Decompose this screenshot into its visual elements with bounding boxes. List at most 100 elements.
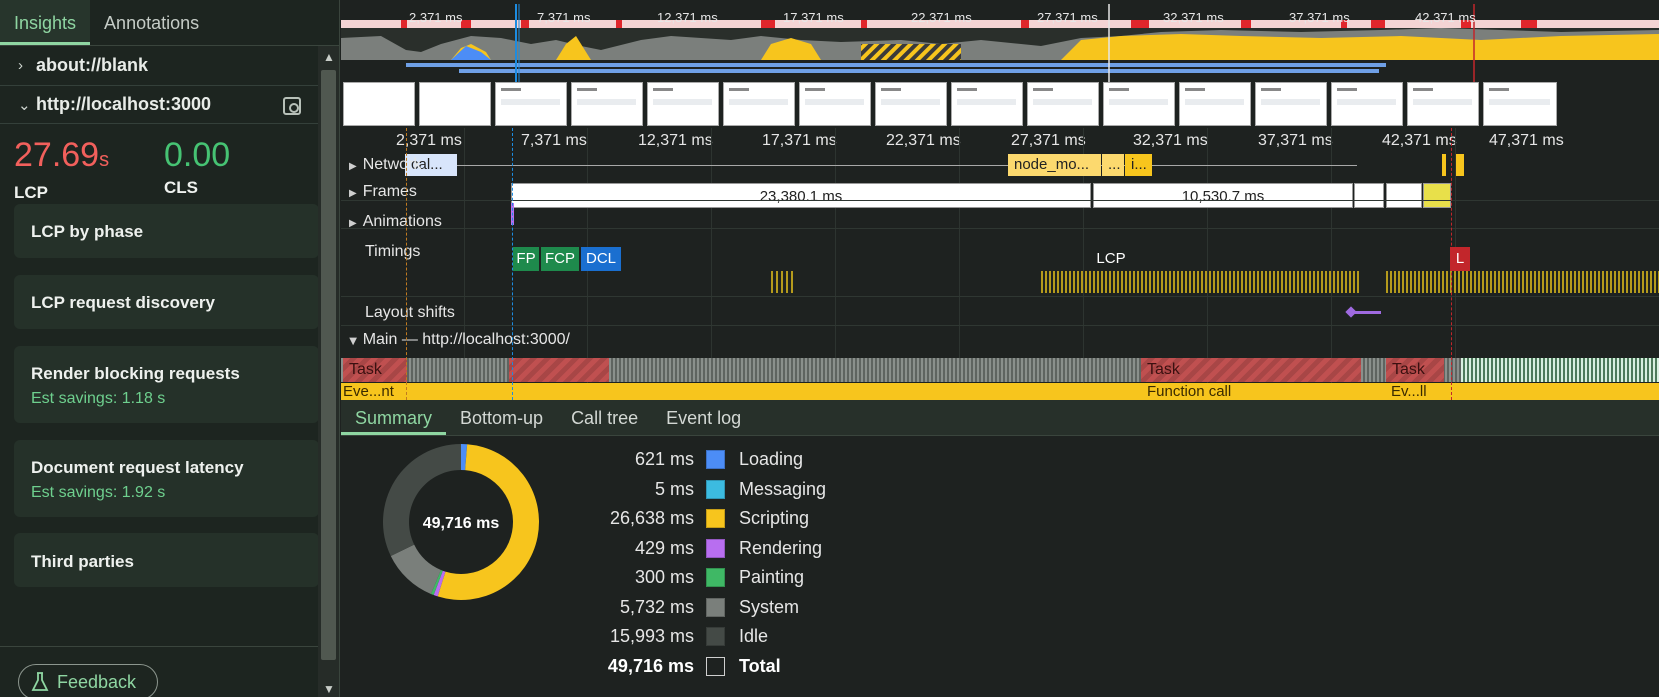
performance-timeline[interactable]: 2,371 ms 7,371 ms 12,371 ms 17,371 ms 22…	[341, 0, 1659, 400]
ruler-tick: 42,371 ms	[1382, 132, 1457, 149]
screenshot-thumbnail[interactable]	[951, 82, 1023, 126]
nav-about-blank[interactable]: › about://blank	[0, 46, 339, 86]
tab-insights[interactable]: Insights	[0, 0, 91, 45]
network-request[interactable]: i...	[1125, 154, 1152, 176]
network-request[interactable]: node_mo...	[1008, 154, 1101, 176]
screenshot-thumbnail[interactable]	[1179, 82, 1251, 126]
tab-annotations[interactable]: Annotations	[90, 0, 213, 45]
insight-lcp-by-phase[interactable]: LCP by phase	[14, 204, 319, 258]
overview-tick: 27,371 ms	[1037, 10, 1098, 25]
screenshot-thumbnail[interactable]	[1103, 82, 1175, 126]
ruler-tick: 22,371 ms	[886, 132, 961, 149]
task-block[interactable]	[509, 358, 609, 382]
chevron-right-icon: ›	[18, 57, 23, 74]
timing-fcp[interactable]: FCP	[541, 247, 579, 271]
loading-swatch	[706, 449, 725, 469]
scroll-down-icon[interactable]: ▼	[323, 682, 335, 696]
insight-savings: Est savings: 1.92 s	[31, 484, 166, 501]
tab-event-log[interactable]: Event log	[652, 400, 755, 435]
function-call[interactable]: Function call	[1147, 383, 1231, 400]
ruler-tick: 7,371 ms	[521, 132, 587, 149]
overview-tick: 7,371 ms	[537, 10, 591, 25]
nav-localhost[interactable]: ⌄ http://localhost:3000	[0, 86, 339, 124]
network-request[interactable]: ...	[1102, 154, 1124, 176]
frame-block[interactable]	[1354, 183, 1384, 208]
scroll-up-icon[interactable]: ▲	[323, 50, 335, 64]
screenshot-thumbnail[interactable]	[1255, 82, 1327, 126]
frame-block[interactable]: 23,380.1 ms	[511, 183, 1091, 208]
feedback-button[interactable]: Feedback	[18, 664, 158, 697]
insight-title: LCP by phase	[31, 222, 144, 241]
screenshot-thumbnail[interactable]	[571, 82, 643, 126]
screenshot-thumbnail[interactable]	[495, 82, 567, 126]
lcp-label: LCP	[14, 183, 48, 202]
overview-tick: 12,371 ms	[657, 10, 718, 25]
expand-triangle-icon[interactable]: ▶	[349, 161, 357, 172]
scrollbar-thumb[interactable]	[321, 70, 336, 660]
cls-label: CLS	[164, 178, 198, 197]
insight-lcp-request-discovery[interactable]: LCP request discovery	[14, 275, 319, 329]
screenshot-thumbnail[interactable]	[1331, 82, 1403, 126]
insight-savings: Est savings: 1.18 s	[31, 390, 166, 407]
total-swatch	[706, 656, 725, 676]
overview-tick: 17,371 ms	[783, 10, 844, 25]
timing-load[interactable]: L	[1450, 247, 1470, 271]
track-network[interactable]: ▶ Network	[349, 156, 421, 174]
messaging-swatch	[706, 479, 725, 499]
core-web-vitals: 27.69s LCP 0.00 CLS	[0, 124, 339, 210]
insights-sidebar: Insights Annotations › about://blank ⌄ h…	[0, 0, 340, 697]
nav-label: http://localhost:3000	[36, 94, 212, 114]
sidebar-tabs: Insights Annotations	[0, 0, 339, 46]
overview-tick: 2,371 ms	[409, 10, 463, 25]
timing-dcl[interactable]: DCL	[581, 247, 621, 271]
track-main[interactable]: ▶ Main — http://localhost:3000/	[347, 331, 570, 349]
lcp-metric[interactable]: 27.69s LCP	[14, 136, 164, 210]
screenshot-thumbnail[interactable]	[723, 82, 795, 126]
overview-tick: 22,371 ms	[911, 10, 972, 25]
function-call[interactable]: Ev...ll	[1391, 383, 1427, 400]
insight-document-latency[interactable]: Document request latency Est savings: 1.…	[14, 440, 319, 517]
screenshot-thumbnail[interactable]	[875, 82, 947, 126]
tab-summary[interactable]: Summary	[341, 400, 447, 435]
insight-render-blocking[interactable]: Render blocking requests Est savings: 1.…	[14, 346, 319, 423]
screenshot-thumbnail[interactable]	[647, 82, 719, 126]
ruler-tick: 47,371 ms	[1489, 132, 1564, 149]
frame-block[interactable]: 10,530.7 ms	[1093, 183, 1353, 208]
screenshot-thumbnail[interactable]	[1407, 82, 1479, 126]
tab-bottom-up[interactable]: Bottom-up	[446, 400, 557, 435]
track-timings[interactable]: Timings	[349, 243, 420, 261]
tab-call-tree[interactable]: Call tree	[557, 400, 652, 435]
details-panel: Summary Bottom-up Call tree Event log 49…	[341, 400, 1659, 697]
screenshot-thumbnail[interactable]	[799, 82, 871, 126]
ruler-tick: 17,371 ms	[762, 132, 837, 149]
frame-block-partial[interactable]	[1423, 183, 1451, 208]
expand-triangle-icon[interactable]: ▶	[349, 188, 357, 199]
screenshot-thumbnail[interactable]	[419, 82, 491, 126]
overview-tick: 32,371 ms	[1163, 10, 1224, 25]
cls-metric[interactable]: 0.00 CLS	[164, 136, 314, 210]
collapse-triangle-icon[interactable]: ▶	[347, 338, 358, 346]
summary-legend: 621 ms Loading 5 ms Messaging 26,638 ms Scr…	[607, 448, 827, 676]
details-tabs: Summary Bottom-up Call tree Event log	[341, 400, 1659, 436]
screenshot-thumbnail[interactable]	[1027, 82, 1099, 126]
timing-lcp[interactable]: LCP	[1091, 247, 1131, 271]
rendering-swatch	[706, 538, 725, 558]
task-block[interactable]: Task	[1141, 358, 1361, 382]
screenshot-thumbnail[interactable]	[1483, 82, 1557, 126]
frame-block[interactable]	[1386, 183, 1422, 208]
task-block[interactable]: Task	[343, 358, 407, 382]
timing-fp[interactable]: FP	[513, 247, 539, 271]
timing-events	[771, 271, 795, 293]
ruler-tick: 32,371 ms	[1133, 132, 1208, 149]
insight-third-parties[interactable]: Third parties	[14, 533, 319, 587]
function-call[interactable]: Eve...nt	[343, 383, 394, 400]
sidebar-scrollbar[interactable]: ▲ ▼	[318, 46, 339, 697]
track-layout-shifts[interactable]: Layout shifts	[349, 304, 455, 322]
screenshot-thumbnail[interactable]	[343, 82, 415, 126]
ruler-tick: 27,371 ms	[1011, 132, 1086, 149]
ruler-tick: 12,371 ms	[638, 132, 713, 149]
timing-events	[1041, 271, 1361, 293]
idle-swatch	[706, 626, 725, 646]
screenshot-icon[interactable]	[283, 97, 301, 115]
task-block[interactable]: Task	[1386, 358, 1444, 382]
